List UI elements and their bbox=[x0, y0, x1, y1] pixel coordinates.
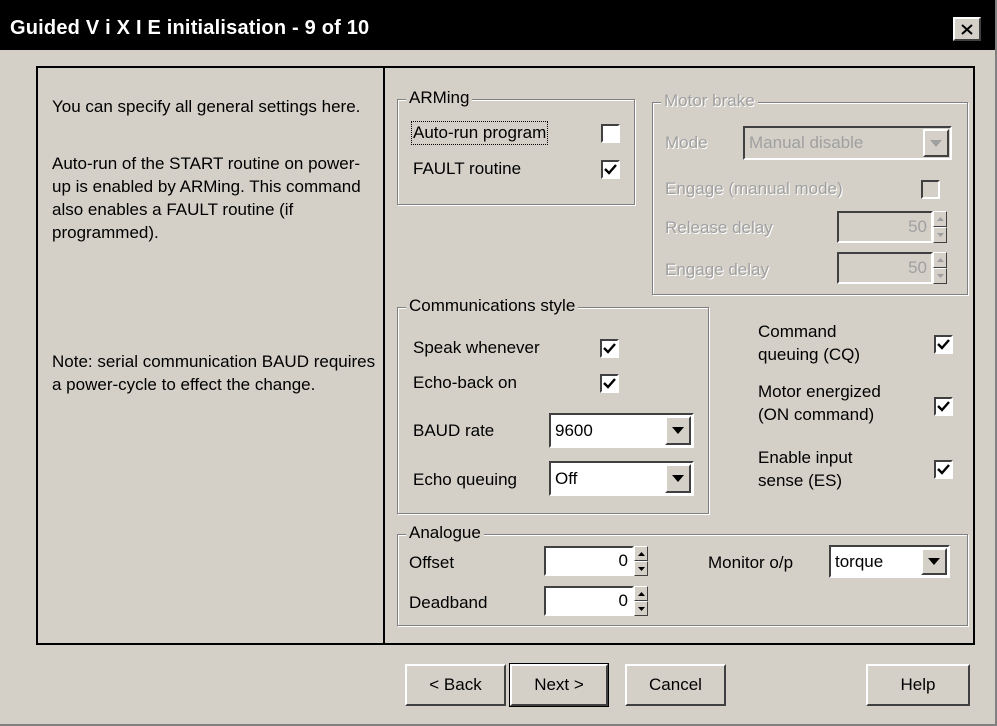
info-paragraph-1: You can specify all general settings her… bbox=[52, 97, 361, 116]
echo-queuing-dropdown-button[interactable] bbox=[665, 464, 691, 493]
enable-input-sense-checkbox[interactable] bbox=[934, 460, 953, 479]
chevron-down-icon bbox=[672, 475, 684, 482]
command-queuing-checkbox[interactable] bbox=[934, 335, 953, 354]
engage-delay-value: 50 bbox=[908, 258, 927, 277]
echo-queuing-label: Echo queuing bbox=[413, 470, 517, 489]
deadband-label: Deadband bbox=[409, 593, 488, 612]
spin-down-icon[interactable] bbox=[634, 561, 648, 576]
offset-value: 0 bbox=[618, 551, 628, 570]
spin-up-icon bbox=[933, 211, 947, 227]
monitor-value: torque bbox=[835, 552, 884, 571]
panel-divider bbox=[383, 68, 385, 643]
monitor-select[interactable]: torque bbox=[829, 545, 950, 578]
motor-brake-group: Motor brake Mode Manual disable Engage (… bbox=[652, 91, 968, 295]
baud-dropdown-button[interactable] bbox=[665, 416, 691, 445]
echo-back-checkbox[interactable] bbox=[600, 374, 619, 393]
echo-back-label[interactable]: Echo-back on bbox=[413, 373, 517, 393]
motor-brake-group-title: Motor brake bbox=[661, 91, 758, 111]
mode-value: Manual disable bbox=[749, 133, 864, 152]
baud-rate-label: BAUD rate bbox=[413, 421, 495, 440]
mode-select: Manual disable bbox=[743, 126, 952, 160]
communications-group: Communications style Speak whenever Echo… bbox=[397, 296, 709, 514]
offset-label: Offset bbox=[409, 553, 455, 572]
engage-delay-label: Engage delay bbox=[665, 260, 769, 279]
autorun-label[interactable]: Auto-run program bbox=[410, 121, 549, 145]
next-button[interactable]: Next > bbox=[509, 663, 609, 707]
deadband-spinner[interactable] bbox=[634, 586, 648, 616]
baud-rate-value: 9600 bbox=[555, 421, 593, 440]
spin-up-icon[interactable] bbox=[634, 586, 648, 601]
checkmark-icon bbox=[603, 378, 616, 389]
engage-delay-spinner bbox=[933, 252, 947, 284]
analogue-group: Analogue Offset 0 Deadband 0 Monitor o/p… bbox=[397, 523, 968, 626]
echo-queuing-select[interactable]: Off bbox=[549, 461, 694, 496]
checkmark-icon bbox=[937, 401, 950, 412]
close-button[interactable] bbox=[953, 17, 981, 41]
engage-manual-label: Engage (manual mode) bbox=[665, 179, 843, 198]
mode-dropdown-button bbox=[923, 129, 949, 157]
enable-input-sense-label-2[interactable]: sense (ES) bbox=[758, 471, 842, 491]
release-delay-value: 50 bbox=[908, 217, 927, 236]
arming-group-title: ARMing bbox=[406, 88, 473, 108]
offset-input[interactable]: 0 bbox=[544, 546, 634, 576]
checkmark-icon bbox=[603, 343, 616, 354]
mode-label: Mode bbox=[665, 133, 708, 152]
motor-energized-label-1[interactable]: Motor energized bbox=[758, 382, 881, 402]
spin-down-icon bbox=[933, 227, 947, 243]
deadband-input[interactable]: 0 bbox=[544, 586, 634, 616]
speak-whenever-label[interactable]: Speak whenever bbox=[413, 338, 540, 358]
release-delay-label: Release delay bbox=[665, 218, 773, 237]
info-paragraph-3: Note: serial communication BAUD requires… bbox=[52, 352, 376, 394]
autorun-checkbox[interactable] bbox=[601, 124, 620, 143]
spin-down-icon[interactable] bbox=[634, 601, 648, 616]
window-title: Guided V i X I E initialisation - 9 of 1… bbox=[10, 17, 370, 39]
title-bar[interactable]: Guided V i X I E initialisation - 9 of 1… bbox=[0, 0, 995, 50]
deadband-value: 0 bbox=[618, 591, 628, 610]
chevron-down-icon bbox=[930, 139, 942, 147]
engage-delay-input: 50 bbox=[837, 252, 933, 284]
cancel-button[interactable]: Cancel bbox=[625, 664, 726, 706]
spin-down-icon bbox=[933, 268, 947, 284]
fault-routine-label[interactable]: FAULT routine bbox=[413, 159, 521, 179]
command-queuing-label-2[interactable]: queuing (CQ) bbox=[758, 345, 860, 365]
monitor-label: Monitor o/p bbox=[708, 553, 794, 572]
chevron-down-icon bbox=[672, 427, 684, 434]
back-button[interactable]: < Back bbox=[405, 664, 506, 706]
command-queuing-label-1[interactable]: Command bbox=[758, 322, 836, 342]
checkmark-icon bbox=[937, 464, 950, 475]
wizard-window: Guided V i X I E initialisation - 9 of 1… bbox=[0, 0, 997, 726]
checkmark-icon bbox=[937, 339, 950, 350]
spin-up-icon bbox=[933, 252, 947, 268]
analogue-group-title: Analogue bbox=[406, 523, 484, 543]
offset-spinner[interactable] bbox=[634, 546, 648, 576]
engage-manual-checkbox bbox=[921, 180, 940, 199]
close-icon bbox=[961, 23, 973, 35]
help-button[interactable]: Help bbox=[866, 664, 970, 706]
spin-up-icon[interactable] bbox=[634, 546, 648, 561]
echo-queuing-value: Off bbox=[555, 469, 578, 488]
fault-routine-checkbox[interactable] bbox=[601, 160, 620, 179]
main-panel: You can specify all general settings her… bbox=[36, 66, 975, 645]
arming-group: ARMing Auto-run program FAULT routine bbox=[397, 88, 635, 205]
monitor-dropdown-button[interactable] bbox=[921, 548, 947, 575]
info-paragraph-2: Auto-run of the START routine on power-u… bbox=[52, 154, 361, 242]
chevron-down-icon bbox=[928, 558, 940, 565]
checkmark-icon bbox=[604, 164, 617, 175]
release-delay-input: 50 bbox=[837, 211, 933, 243]
enable-input-sense-label-1[interactable]: Enable input bbox=[758, 448, 853, 468]
motor-energized-checkbox[interactable] bbox=[934, 397, 953, 416]
motor-energized-label-2[interactable]: (ON command) bbox=[758, 405, 874, 425]
release-delay-spinner bbox=[933, 211, 947, 243]
speak-whenever-checkbox[interactable] bbox=[600, 339, 619, 358]
baud-rate-select[interactable]: 9600 bbox=[549, 413, 694, 448]
communications-group-title: Communications style bbox=[406, 296, 579, 316]
